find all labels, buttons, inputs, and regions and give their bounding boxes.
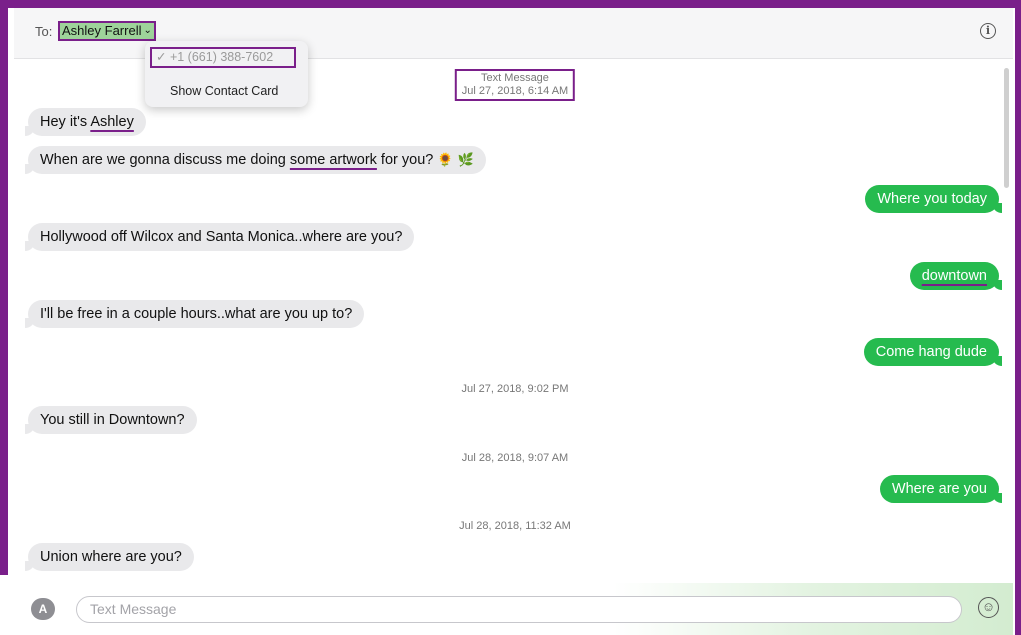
timestamp: Jul 28, 2018, 11:32 AM [459,520,571,532]
message-incoming: Union where are you? [25,543,194,571]
timestamp: Text Message Jul 27, 2018, 6:14 AM [454,69,576,101]
message-text: Where you today [877,191,987,207]
message-outgoing: Where are you [879,475,1003,503]
message-outgoing: Where you today [865,185,1002,213]
timestamp: Jul 28, 2018, 9:07 AM [461,452,569,464]
show-contact-card-item[interactable]: Show Contact Card [170,84,278,98]
message-text-underlined: Ashley [90,114,134,130]
recipient-name: Ashley Farrell [62,23,142,38]
timestamp-date: Jul 27, 2018, 6:14 AM [461,85,569,97]
recipient-chip[interactable]: Ashley Farrell ⌄ [58,21,156,41]
message-outgoing: Come hang dude [863,338,1003,366]
message-text: Hollywood off Wilcox and Santa Monica..w… [40,229,403,245]
message-outgoing: downtown [909,262,1003,290]
scrollbar[interactable] [1004,68,1009,188]
dropdown-phone-option[interactable]: ✓ +1 (661) 388-7602 [150,47,296,68]
message-text: Come hang dude [875,344,987,360]
message-incoming: Hollywood off Wilcox and Santa Monica..w… [24,223,415,251]
message-text: You still in Downtown? [40,412,185,428]
message-text: I'll be free in a couple hours..what are… [40,306,353,322]
message-text-underlined: some artwork [289,152,377,168]
recipient-dropdown: ✓ +1 (661) 388-7602 Show Contact Card [145,41,308,107]
phone-number: +1 (661) 388-7602 [169,50,274,64]
info-icon[interactable]: i [980,23,996,39]
message-text: Where are you [891,481,987,497]
message-input[interactable]: Text Message [76,596,962,623]
to-label: To: [35,24,53,39]
message-incoming: When are we gonna discuss me doing some … [25,146,486,174]
messages-window: To: Ashley Farrell ⌄ i Text Message Jul … [14,8,1013,635]
sunflower-leaf-emoji: 🌻 🌿 [437,153,474,168]
chevron-down-icon: ⌄ [143,25,152,36]
message-text: Hey it's [40,114,91,130]
timestamp: Jul 27, 2018, 9:02 PM [461,383,569,395]
message-incoming: You still in Downtown? [25,406,197,434]
message-incoming: Hey it's Ashley [25,108,146,136]
message-text: for you? [376,152,434,168]
app-store-icon[interactable]: A [31,598,55,620]
timestamp-type: Text Message [481,72,549,84]
message-text: When are we gonna discuss me doing [40,152,290,168]
message-text-underlined: downtown [921,268,987,284]
annotation-strip [0,8,8,575]
message-incoming: I'll be free in a couple hours..what are… [24,300,365,328]
message-list[interactable]: Text Message Jul 27, 2018, 6:14 AM Hey i… [14,59,1013,579]
message-text: Union where are you? [40,549,182,565]
composer-bar: A Text Message ☺ [14,583,1013,635]
emoji-icon[interactable]: ☺ [978,597,999,618]
